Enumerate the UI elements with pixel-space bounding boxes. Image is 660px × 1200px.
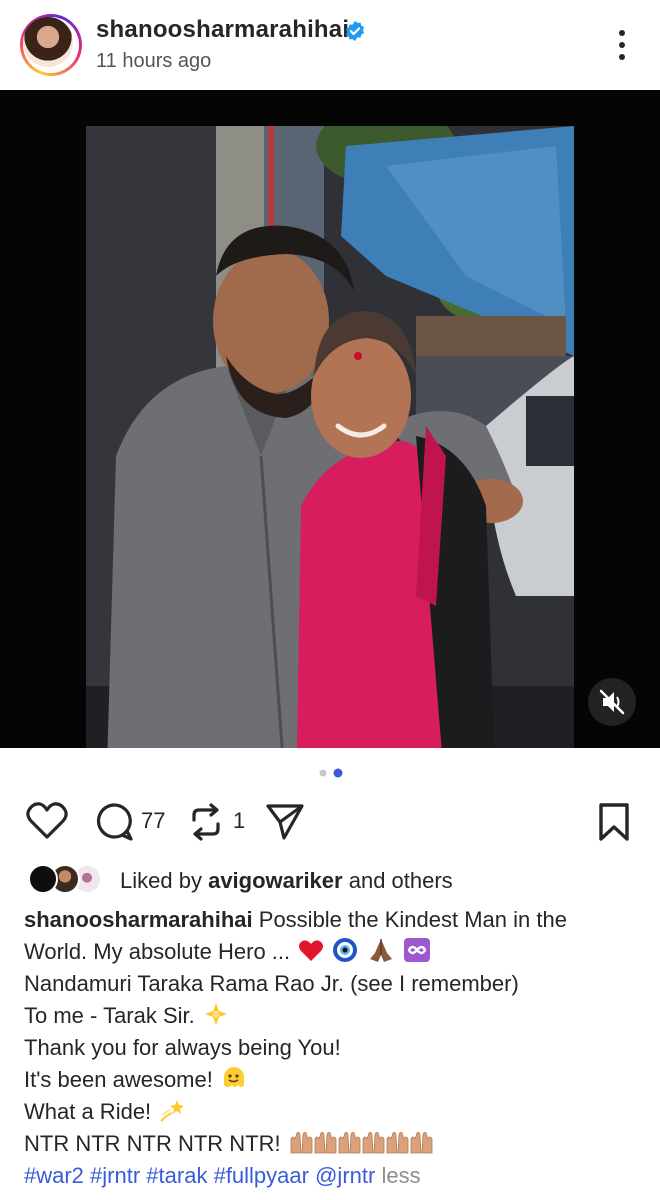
caption-line: It's been awesome! [24,1064,644,1096]
post-caption: shanoosharmarahihai Possible the Kindest… [24,904,644,1192]
liker-username[interactable]: avigowariker [208,868,343,893]
likes-suffix: and others [348,868,453,893]
caption-line: NTR NTR NTR NTR NTR! [24,1128,644,1160]
profile-avatar[interactable] [20,14,82,76]
post-timestamp: 11 hours ago [96,50,212,72]
repost-count: 1 [233,808,246,833]
speaker-muted-icon [599,689,625,715]
nazar-amulet-icon [333,938,358,962]
caption-text: Possible the Kindest Man in the [258,907,567,932]
less-toggle[interactable]: less [381,1163,420,1188]
caption-line: To me - Tarak Sir. [24,1000,644,1032]
hashtag-link[interactable]: #tarak [146,1163,207,1188]
repost-icon[interactable] [186,802,226,842]
likes-text: Liked by avigowariker and others [120,868,453,894]
mute-toggle-button[interactable] [588,678,636,726]
comment-icon[interactable] [94,802,134,842]
save-bookmark-icon[interactable] [598,802,630,842]
hashtag-link[interactable]: #jrntr [90,1163,140,1188]
caption-hashtags: #war2 #jrntr #tarak #fullpyaar @jrntr le… [24,1160,644,1192]
caption-line: What a Ride! [24,1096,644,1128]
glowing-star-icon [204,1003,227,1025]
share-send-icon[interactable] [264,802,306,842]
caption-text: NTR NTR NTR NTR NTR! [24,1131,281,1156]
hashtag-link[interactable]: #war2 [24,1163,84,1188]
melting-face-icon [223,1067,244,1087]
post-media[interactable] [0,90,660,748]
carousel-dot-active [333,768,343,778]
liker-avatar [28,864,58,894]
likes-prefix: Liked by [120,868,202,893]
hashtag-link[interactable]: #fullpyaar [214,1163,309,1188]
action-bar: 77 1 [0,792,660,848]
post-header: shanoosharmarahihai 11 hours ago [0,0,660,90]
likes-summary[interactable]: Liked by avigowariker and others [28,862,648,898]
caption-text: World. My absolute Hero ... [24,939,291,964]
caption-line: shanoosharmarahihai Possible the Kindest… [24,904,644,936]
caption-line: Thank you for always being You! [24,1035,341,1060]
comment-count: 77 [141,808,166,833]
dizzy-star-icon [160,1100,185,1122]
carousel-indicator [319,768,343,778]
caption-username[interactable]: shanoosharmarahihai [24,907,253,932]
caption-text: What a Ride! [24,1099,152,1124]
mention-link[interactable]: @jrntr [315,1163,375,1188]
verified-badge-icon [345,20,365,42]
post-username[interactable]: shanoosharmarahihai [96,16,349,44]
raising-hands-icons [290,1131,433,1154]
more-options-icon[interactable] [612,28,632,62]
caption-text: To me - Tarak Sir. [24,1003,195,1028]
caption-line: World. My absolute Hero ... [24,936,644,968]
post-photo [86,126,574,748]
infinity-icon [403,938,430,962]
folded-hands-icon [369,939,392,962]
like-heart-icon[interactable] [26,802,68,840]
carousel-dot [319,769,327,777]
red-heart-icon [299,940,324,961]
caption-text: It's been awesome! [24,1067,213,1092]
caption-line: Nandamuri Taraka Rama Rao Jr. (see I rem… [24,971,519,996]
